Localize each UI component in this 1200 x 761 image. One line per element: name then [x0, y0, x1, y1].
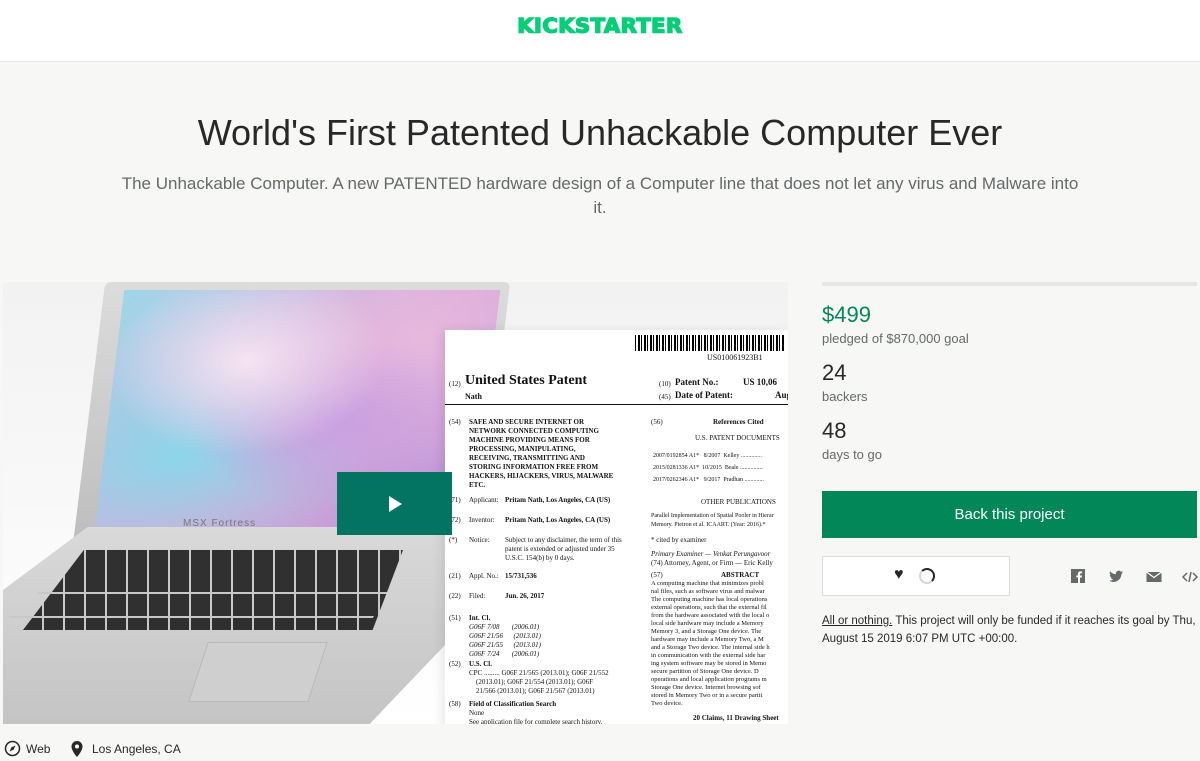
laptop-keyboard-rows — [8, 592, 388, 618]
project-title: World's First Patented Unhackable Comput… — [197, 112, 1003, 153]
compass-icon — [4, 740, 21, 757]
patent-label-12: (12) — [449, 380, 461, 388]
patent-filed-date: Jun. 26, 2017 — [505, 592, 545, 600]
pledged-amount: $499 — [822, 302, 871, 327]
patent-appl-number: 15/731,536 — [505, 572, 537, 580]
project-subtitle: The Unhackable Computer. A new PATENTED … — [121, 174, 1079, 217]
patent-applicant-title: Applicant: — [469, 496, 499, 504]
embed-icon[interactable] — [1181, 568, 1199, 586]
patent-inventor-surname: Nath — [465, 392, 482, 401]
patent-date: Aug — [775, 390, 788, 400]
facebook-icon[interactable] — [1070, 568, 1088, 586]
patent-uscl-label: (52) — [449, 660, 461, 668]
patent-references-heading: References Cited — [713, 418, 764, 426]
patent-label-56: (56) — [651, 418, 663, 426]
patent-abstract-heading: ABSTRACT — [721, 571, 760, 579]
funding-note: All or nothing. This project will only b… — [822, 612, 1197, 648]
patent-notice-title: Notice: — [469, 536, 490, 544]
patent-cited: * cited by examiner — [651, 536, 707, 544]
funding-progress-bar — [822, 282, 1197, 286]
remind-me-button[interactable]: ♥ — [822, 556, 1010, 596]
patent-appl-label: (21) — [449, 572, 461, 580]
patent-number: US 10,06 — [743, 377, 778, 387]
patent-uscl-title: U.S. Cl. — [469, 660, 492, 668]
patent-field-title: Field of Classification Search — [469, 700, 557, 708]
play-button[interactable] — [337, 472, 452, 535]
patent-claims: 20 Claims, 11 Drawing Sheet — [693, 714, 779, 722]
patent-us-docs: U.S. PATENT DOCUMENTS — [695, 434, 780, 442]
patent-uscl: CPC ......... G06F 21/565 (2013.01); G06… — [469, 669, 609, 695]
days-label: days to go — [822, 447, 882, 462]
patent-document: US010061923B1 (12) United States Patent … — [445, 330, 788, 724]
patent-field: None See application file for complete s… — [469, 709, 603, 724]
pledged-goal-label: pledged of $870,000 goal — [822, 331, 969, 346]
patent-notice-label: (*) — [449, 536, 458, 544]
patent-rule — [445, 404, 788, 405]
heart-icon: ♥ — [894, 566, 904, 583]
back-this-project-button[interactable]: Back this project — [822, 491, 1197, 538]
barcode-number: US010061923B1 — [707, 353, 763, 362]
patent-other-pubs: OTHER PUBLICATIONS — [701, 498, 776, 506]
twitter-icon[interactable] — [1107, 568, 1125, 586]
patent-applicant: Pritam Nath, Los Angeles, CA (US) — [505, 496, 611, 504]
patent-filed-label: (22) — [449, 592, 461, 600]
patent-intcl-label: (51) — [449, 614, 461, 622]
patent-intcl-title: Int. Cl. — [469, 614, 491, 622]
barcode — [635, 335, 785, 351]
location-pin-icon — [71, 741, 83, 757]
email-icon[interactable] — [1145, 568, 1163, 586]
patent-label-10: (10) — [659, 380, 671, 388]
patent-title: United States Patent — [465, 373, 588, 388]
patent-attorney: (74) Attorney, Agent, or Firm — Eric Kel… — [651, 559, 773, 567]
laptop-brand: MSX Fortress — [183, 518, 257, 529]
patent-date-label: Date of Patent: — [675, 390, 733, 400]
patent-notice: Subject to any disclaimer, the term of t… — [505, 536, 622, 562]
backers-count: 24 — [822, 360, 847, 385]
patent-references: 2007/0192854 A1* 8/2007 Kelley .........… — [653, 453, 764, 483]
patent-intcl: G06F 7/08 (2006.01) G06F 21/56 (2013.01)… — [469, 623, 541, 658]
laptop-keyboard — [23, 550, 403, 630]
laptop-trackpad — [188, 642, 328, 702]
patent-field-label: (58) — [449, 700, 461, 708]
patent-examiner: Primary Examiner — Venkat Perungavoor — [651, 550, 771, 558]
patent-invention-title: SAFE AND SECURE INTERNET OR NETWORK CONN… — [469, 418, 614, 489]
patent-label-57: (57) — [651, 571, 663, 579]
loading-spinner-icon — [919, 568, 935, 584]
patent-filed-title: Filed: — [469, 592, 486, 600]
backers-label: backers — [822, 389, 868, 404]
top-nav: KICKSTARTER — [0, 0, 1200, 62]
patent-inventor: Pritam Nath, Los Angeles, CA (US) — [505, 516, 611, 524]
patent-inventor-title: Inventor: — [469, 516, 495, 524]
patent-publication: Parallel Implementation of Spatial Poole… — [651, 513, 774, 528]
patent-appl-title: Appl. No.: — [469, 572, 499, 580]
kickstarter-logo[interactable]: KICKSTARTER — [0, 14, 1200, 38]
patent-label-54: (54) — [449, 418, 461, 426]
patent-abstract: A computing machine that minimizes probl… — [651, 580, 770, 707]
days-count: 48 — [822, 418, 847, 443]
patent-number-label: Patent No.: — [675, 377, 719, 387]
all-or-nothing-link[interactable]: All or nothing. — [822, 615, 892, 627]
location-link[interactable]: Los Angeles, CA — [92, 742, 181, 756]
category-link[interactable]: Web — [26, 742, 50, 756]
patent-label-45: (45) — [659, 393, 671, 401]
